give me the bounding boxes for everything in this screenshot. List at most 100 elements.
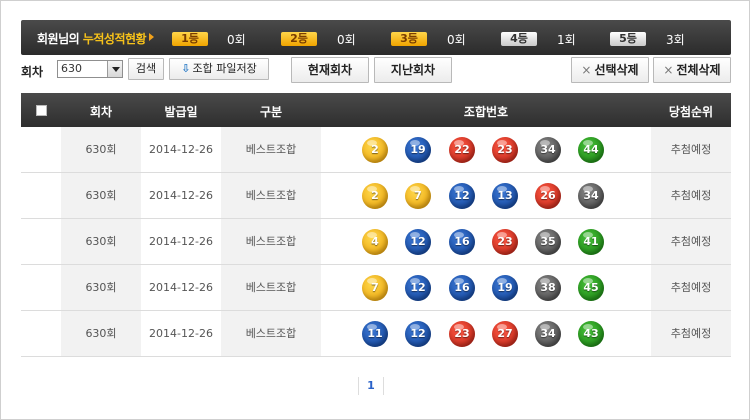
rank-badge-5: 5등: [610, 32, 646, 46]
cell-type: 베스트조합: [221, 265, 321, 310]
cell-rank: 추첨예정: [651, 219, 731, 264]
header-issue-date: 발급일: [164, 105, 198, 119]
lotto-ball: 19: [405, 137, 431, 163]
header-rank: 당첨순위: [668, 105, 714, 119]
cell-type: 베스트조합: [221, 311, 321, 356]
lotto-ball: 7: [405, 183, 431, 209]
rank-count-5: 3회: [666, 33, 685, 47]
page-link-1[interactable]: 1: [358, 377, 384, 395]
lotto-ball-number: 23: [497, 143, 513, 156]
delete-all-button[interactable]: × 전체삭제: [653, 57, 731, 83]
lotto-ball: 34: [578, 183, 604, 209]
rank-badge-3: 3등: [391, 32, 427, 46]
lotto-ball-number: 43: [583, 327, 599, 340]
cell-round: 630회: [61, 219, 141, 264]
header-type: 구분: [259, 105, 283, 119]
lotto-ball-number: 23: [497, 235, 513, 248]
lotto-ball-number: 12: [410, 281, 426, 294]
table-body: 630회 2014-12-26 베스트조합 추첨예정 2 19 22 23 34 44 630회 20…: [21, 127, 731, 357]
lotto-ball: 45: [578, 275, 604, 301]
chevron-down-icon[interactable]: [107, 61, 122, 77]
cell-issue-date: 2014-12-26: [149, 281, 213, 294]
lotto-ball: 23: [492, 137, 518, 163]
delete-all-label: 전체삭제: [676, 63, 721, 77]
delete-selected-button[interactable]: × 선택삭제: [571, 57, 649, 83]
cell-round: 630회: [61, 311, 141, 356]
row-checkbox-cell: [21, 265, 61, 310]
lotto-ball-number: 34: [583, 189, 599, 202]
round-select[interactable]: 630: [57, 60, 123, 78]
table-row[interactable]: 630회 2014-12-26 베스트조합 추첨예정 2 7 12 13 26 34: [21, 173, 731, 219]
lotto-ball-number: 44: [583, 143, 599, 156]
lotto-ball-number: 4: [371, 235, 379, 248]
header-numbers: 조합번호: [463, 105, 509, 119]
lotto-ball: 4: [362, 229, 388, 255]
table-row[interactable]: 630회 2014-12-26 베스트조합 추첨예정 7 12 16 19 38 45: [21, 265, 731, 311]
lotto-ball-number: 22: [454, 143, 470, 156]
cell-rank: 추첨예정: [651, 311, 731, 356]
row-checkbox-cell: [21, 311, 61, 356]
lotto-ball: 11: [362, 321, 388, 347]
cell-type: 베스트조합: [221, 219, 321, 264]
table-row[interactable]: 630회 2014-12-26 베스트조합 추첨예정 2 19 22 23 34 44: [21, 127, 731, 173]
save-combination-file-button[interactable]: ⇩ 조합 파일저장: [169, 58, 269, 80]
row-checkbox-cell: [21, 127, 61, 172]
lotto-ball: 27: [492, 321, 518, 347]
cell-round: 630회: [61, 127, 141, 172]
rank-count-1: 0회: [227, 33, 246, 47]
lotto-ball-number: 26: [540, 189, 556, 202]
search-button[interactable]: 검색: [128, 58, 164, 80]
past-round-button[interactable]: 지난회차: [374, 57, 452, 83]
lotto-ball-number: 38: [540, 281, 556, 294]
cell-issue-date: 2014-12-26: [149, 143, 213, 156]
lotto-ball: 38: [535, 275, 561, 301]
rank-count-2: 0회: [337, 33, 356, 47]
rank-badge-2: 2등: [281, 32, 317, 46]
current-round-button[interactable]: 현재회차: [291, 57, 369, 83]
lotto-ball-number: 41: [583, 235, 599, 248]
round-select-value: 630: [61, 62, 82, 75]
lotto-ball-number: 11: [367, 327, 383, 340]
lotto-ball-number: 2: [371, 189, 379, 202]
lotto-ball: 12: [449, 183, 475, 209]
close-icon: ×: [663, 63, 674, 77]
lotto-ball: 12: [405, 321, 431, 347]
lotto-ball-number: 35: [540, 235, 556, 248]
lotto-ball: 41: [578, 229, 604, 255]
cell-rank: 추첨예정: [651, 265, 731, 310]
lotto-ball-number: 19: [497, 281, 513, 294]
lotto-ball-number: 34: [540, 327, 556, 340]
lotto-ball: 44: [578, 137, 604, 163]
lotto-ball: 23: [449, 321, 475, 347]
lotto-ball-number: 23: [454, 327, 470, 340]
lotto-ball: 26: [535, 183, 561, 209]
cell-rank: 추첨예정: [651, 127, 731, 172]
lotto-ball: 19: [492, 275, 518, 301]
lotto-ball: 35: [535, 229, 561, 255]
lotto-ball-number: 12: [410, 235, 426, 248]
cell-type: 베스트조합: [221, 127, 321, 172]
lotto-ball-number: 16: [454, 235, 470, 248]
stats-title: 회원님의 누적성적현황: [37, 30, 147, 47]
rank-badge-4: 4등: [501, 32, 537, 46]
select-all-checkbox[interactable]: [36, 105, 47, 116]
table-row[interactable]: 630회 2014-12-26 베스트조합 추첨예정 4 12 16 23 35 41: [21, 219, 731, 265]
cell-issue-date: 2014-12-26: [149, 235, 213, 248]
table-row[interactable]: 630회 2014-12-26 베스트조합 추첨예정 11 12 23 27 34 43: [21, 311, 731, 357]
header-round: 회차: [89, 105, 113, 119]
lotto-ball-number: 12: [454, 189, 470, 202]
lotto-ball-number: 45: [583, 281, 599, 294]
lotto-ball: 16: [449, 275, 475, 301]
cell-rank: 추첨예정: [651, 173, 731, 218]
table-header: 회차 발급일 구분 조합번호 당첨순위: [21, 93, 731, 127]
lotto-ball: 13: [492, 183, 518, 209]
cell-round: 630회: [61, 173, 141, 218]
lotto-ball-number: 27: [497, 327, 513, 340]
lotto-ball: 2: [362, 137, 388, 163]
lotto-ball: 34: [535, 137, 561, 163]
row-checkbox-cell: [21, 173, 61, 218]
cell-type: 베스트조합: [221, 173, 321, 218]
cell-issue-date: 2014-12-26: [149, 189, 213, 202]
lotto-ball-number: 16: [454, 281, 470, 294]
lotto-ball: 23: [492, 229, 518, 255]
